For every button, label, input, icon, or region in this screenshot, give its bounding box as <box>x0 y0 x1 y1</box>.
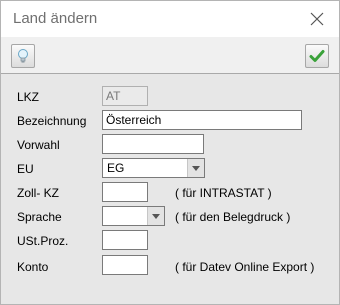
eu-select[interactable]: EG <box>102 158 205 178</box>
lightbulb-icon <box>18 49 28 63</box>
window-title: Land ändern <box>13 10 98 27</box>
checkmark-icon <box>309 50 325 62</box>
confirm-button[interactable] <box>305 44 329 68</box>
hint-button[interactable] <box>11 44 35 68</box>
form-panel: LKZ AT Bezeichnung Österreich Vorwahl EU… <box>1 74 339 304</box>
zoll-kz-label: Zoll- KZ <box>17 186 59 200</box>
konto-field[interactable] <box>102 255 148 275</box>
konto-hint: ( für Datev Online Export ) <box>175 260 315 274</box>
eu-selected-value: EG <box>107 161 125 175</box>
lkz-label: LKZ <box>17 90 40 104</box>
chevron-down-icon <box>192 166 200 171</box>
ust-proz-label: USt.Proz. <box>17 234 69 248</box>
konto-label: Konto <box>17 260 49 274</box>
zoll-kz-hint: ( für INTRASTAT ) <box>175 186 272 200</box>
sprache-dropdown-button[interactable] <box>147 207 164 225</box>
chevron-down-icon <box>152 214 160 219</box>
eu-label: EU <box>17 162 34 176</box>
vorwahl-field[interactable] <box>102 134 204 154</box>
zoll-kz-field[interactable] <box>102 182 148 202</box>
sprache-hint: ( für den Belegdruck ) <box>175 210 291 224</box>
dialog-window: Land ändern LKZ AT Bezeichnung Österreic… <box>0 0 340 305</box>
lkz-field: AT <box>102 86 148 106</box>
sprache-label: Sprache <box>17 210 62 224</box>
eu-dropdown-button[interactable] <box>187 159 204 177</box>
bezeichnung-label: Bezeichnung <box>17 114 87 128</box>
vorwahl-label: Vorwahl <box>17 138 60 152</box>
bezeichnung-field[interactable]: Österreich <box>102 110 302 130</box>
close-icon <box>310 12 324 26</box>
ust-proz-field[interactable] <box>102 230 148 250</box>
close-button[interactable] <box>295 1 339 37</box>
toolbar <box>1 37 339 74</box>
sprache-select[interactable] <box>102 206 165 226</box>
title-bar[interactable]: Land ändern <box>1 1 339 37</box>
